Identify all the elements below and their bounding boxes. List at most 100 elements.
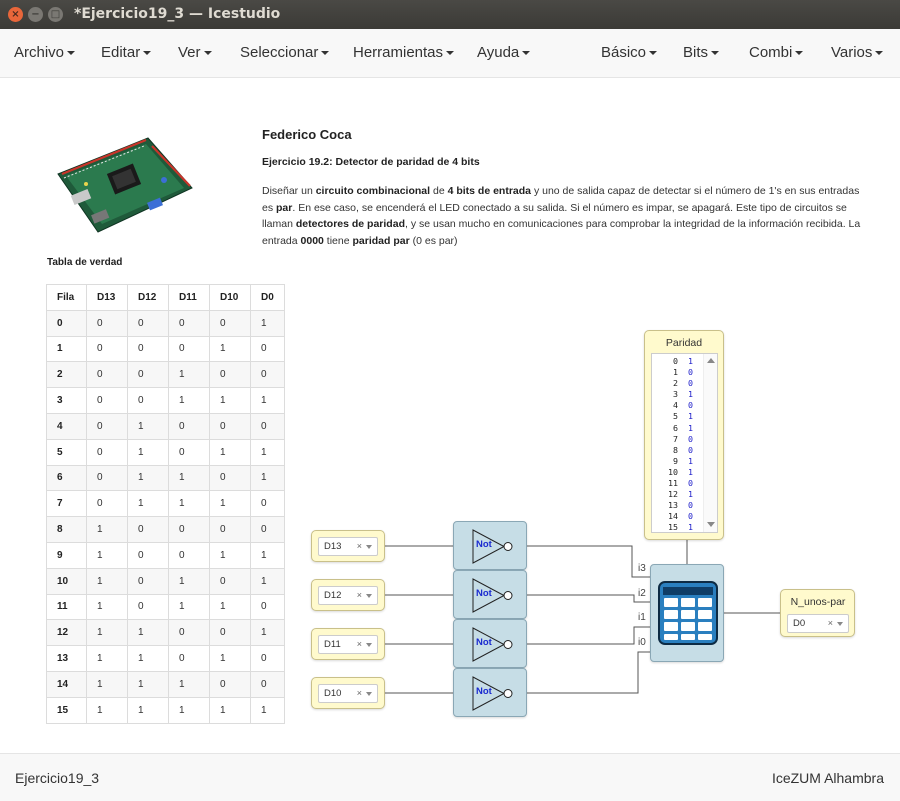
table-cell: 1: [86, 541, 128, 569]
not-gate-label: Not: [476, 637, 492, 648]
param-index: 6: [673, 422, 678, 433]
column-header-d11: D11: [168, 284, 210, 311]
truth-table: Fila D13 D12 D11 D10 D0 0000011000102001…: [46, 284, 285, 724]
table-cell: 1: [127, 696, 169, 724]
table-cell: 0: [209, 516, 251, 543]
table-cell: 1: [250, 567, 285, 595]
table-cell: 0: [127, 516, 169, 543]
menu-editar[interactable]: Editar: [101, 44, 152, 61]
input-pin-d10[interactable]: D10 ×: [311, 677, 385, 709]
menu-seleccionar-label: Seleccionar: [240, 44, 319, 61]
maximize-window-button[interactable]: □: [48, 7, 63, 22]
menu-basico-label: Básico: [601, 44, 647, 61]
input-pin-d13[interactable]: D13 ×: [311, 530, 385, 562]
parity-param-block[interactable]: Paridad 0 1 1 0 2 0 3 1 4 0 5 1 6 1 7 0 8 0 9 1 10 1 11 0 12 1 13 0…: [644, 330, 724, 540]
table-cell: 0: [127, 593, 169, 621]
table-cell: 1: [46, 335, 87, 363]
table-cell: 0: [250, 516, 285, 543]
desc-text-7: (0 es par): [409, 234, 458, 247]
param-value: 0: [688, 378, 693, 389]
clear-icon[interactable]: ×: [357, 587, 362, 604]
table-cell: 1: [250, 541, 285, 569]
param-index: 11: [668, 478, 678, 489]
pin-select-d13-value: D13: [324, 541, 342, 552]
table-row: 910011: [46, 541, 285, 569]
table-row: 701110: [46, 490, 285, 518]
chevron-down-icon[interactable]: [837, 622, 843, 626]
truth-table-block[interactable]: [650, 564, 724, 662]
menu-seleccionar[interactable]: Seleccionar: [240, 44, 330, 61]
input-pin-d11[interactable]: D11 ×: [311, 628, 385, 660]
table-cell: 6: [46, 464, 87, 492]
pin-select-d12[interactable]: D12 ×: [318, 586, 378, 605]
menu-herramientas[interactable]: Herramientas: [353, 44, 455, 61]
menu-ayuda[interactable]: Ayuda: [477, 44, 531, 61]
close-window-button[interactable]: ×: [8, 7, 23, 22]
pin-select-d10[interactable]: D10 ×: [318, 684, 378, 703]
param-value: 1: [688, 455, 693, 466]
clear-icon[interactable]: ×: [357, 538, 362, 555]
table-row: 13 1 1 0 1 0: [46, 645, 285, 672]
menu-basico[interactable]: Básico: [601, 44, 658, 61]
menu-varios[interactable]: Varios: [831, 44, 884, 61]
table-row: 601101: [46, 464, 285, 492]
menu-combi[interactable]: Combi: [749, 44, 804, 61]
chevron-down-icon[interactable]: [366, 594, 372, 598]
scroll-down-icon[interactable]: [707, 522, 715, 527]
window-title: *Ejercicio19_3 — Icestudio: [74, 6, 281, 22]
table-cell: 0: [86, 309, 128, 337]
table-cell: 1: [86, 516, 128, 543]
table-cell: 2: [46, 361, 87, 389]
table-cell: 0: [86, 335, 128, 363]
project-name: Ejercicio19_3: [15, 770, 100, 786]
input-pin-d12[interactable]: D12 ×: [311, 579, 385, 611]
chevron-down-icon[interactable]: [366, 643, 372, 647]
param-value: 0: [688, 400, 693, 411]
menu-bits[interactable]: Bits: [683, 44, 720, 61]
table-cell: 12: [46, 619, 87, 647]
pin-select-d13[interactable]: D13 ×: [318, 537, 378, 556]
chevron-down-icon[interactable]: [366, 545, 372, 549]
table-cell: 0: [168, 516, 210, 543]
menu-ver[interactable]: Ver: [178, 44, 212, 61]
scrollbar[interactable]: [703, 354, 717, 532]
table-cell: 1: [209, 438, 251, 466]
not-gate-label: Not: [476, 588, 492, 599]
param-index: 2: [673, 378, 678, 389]
clear-icon[interactable]: ×: [357, 685, 362, 702]
doc-subtitle: Ejercicio 19.2: Detector de paridad de 4…: [262, 156, 480, 168]
clear-icon[interactable]: ×: [828, 615, 833, 632]
chevron-down-icon: [875, 51, 884, 56]
table-cell: 1: [209, 490, 251, 518]
param-value: 1: [688, 356, 693, 366]
param-values-list[interactable]: 0 1 1 0 2 0 3 1 4 0 5 1 6 1 7 0 8 0 9 1 10 1 11 0 12 1 13 0 14 0 15 1: [651, 353, 718, 533]
table-row: 15 1 1 1 1 1: [46, 696, 285, 724]
table-cell: 1: [127, 438, 169, 466]
table-cell: 0: [86, 490, 128, 518]
not-gate-block[interactable]: Not: [453, 668, 527, 717]
not-gate-block[interactable]: Not: [453, 521, 527, 570]
table-cell: 0: [209, 412, 251, 440]
table-cell: 0: [250, 335, 285, 363]
scroll-up-icon[interactable]: [707, 358, 715, 363]
table-cell: 8: [46, 516, 87, 543]
clear-icon[interactable]: ×: [357, 636, 362, 653]
pin-select-d11[interactable]: D11 ×: [318, 635, 378, 654]
not-gate-block[interactable]: Not: [453, 570, 527, 619]
table-cell: 13: [46, 645, 87, 672]
status-footer: Ejercicio19_3 IceZUM Alhambra: [0, 753, 900, 801]
board-name[interactable]: IceZUM Alhambra: [772, 770, 884, 786]
table-cell: 1: [127, 645, 169, 672]
output-pin-select[interactable]: D0 ×: [787, 614, 849, 633]
param-value: 1: [688, 466, 693, 477]
truth-table-body: 0000011000102001003001114010005010116011…: [46, 309, 285, 724]
not-gate-block[interactable]: Not: [453, 619, 527, 668]
chevron-down-icon[interactable]: [366, 692, 372, 696]
minimize-window-button[interactable]: −: [28, 7, 43, 22]
column-header-d12: D12: [127, 284, 169, 311]
menu-archivo[interactable]: Archivo: [14, 44, 76, 61]
table-cell: 0: [86, 438, 128, 466]
output-pin[interactable]: N_unos-par D0 ×: [780, 589, 855, 637]
table-cell: 1: [168, 361, 210, 389]
param-value: 0: [688, 367, 693, 378]
